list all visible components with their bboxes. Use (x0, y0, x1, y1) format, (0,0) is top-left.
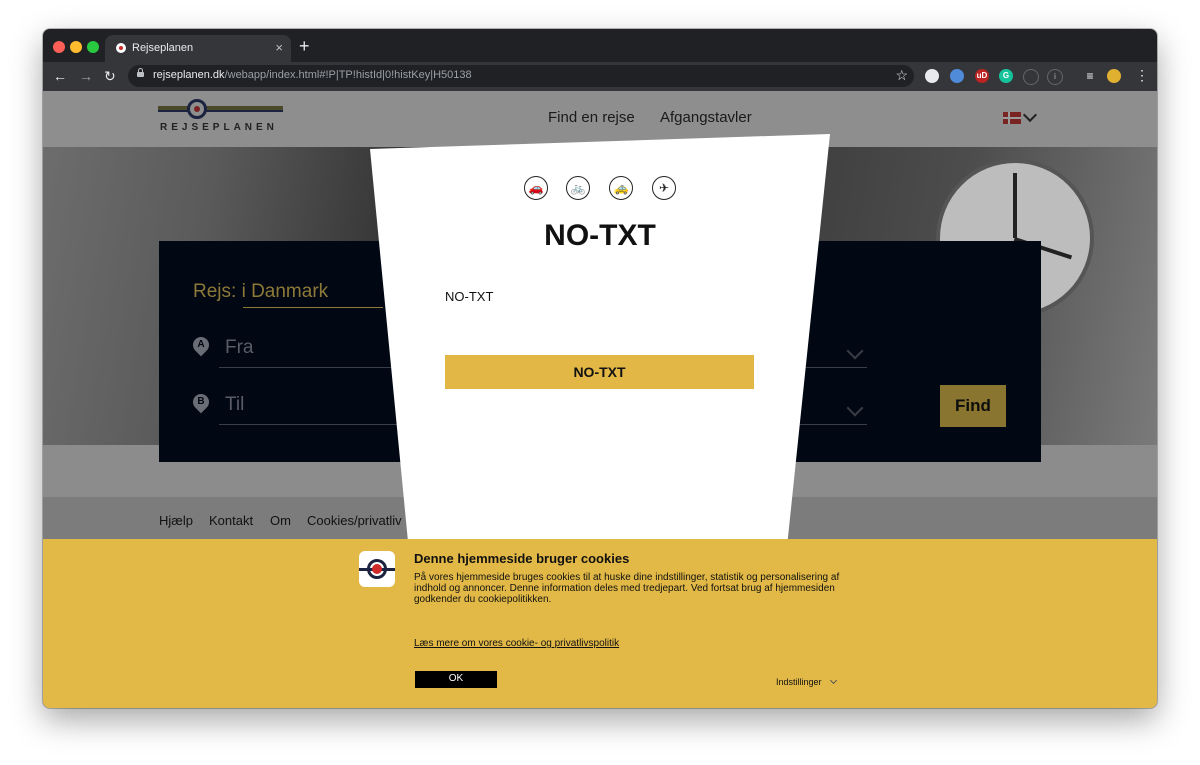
from-pin-icon: A (189, 333, 213, 357)
reload-button[interactable]: ↻ (104, 68, 116, 85)
ext-icon-5[interactable] (1023, 69, 1039, 85)
profile-avatar[interactable] (1107, 69, 1121, 83)
browser-window: Rejseplanen × + ← → ↻ rejseplanen.dk/web… (43, 29, 1157, 708)
cookie-settings-chevron-icon[interactable] (829, 676, 838, 685)
logo-line-dark (158, 110, 283, 112)
ext-icon-grammarly[interactable]: G (999, 69, 1013, 83)
cookie-logo-icon (359, 551, 395, 587)
minimize-window-button[interactable] (70, 41, 82, 53)
to-input[interactable]: Til (225, 394, 244, 416)
browser-tab-rejseplanen[interactable]: Rejseplanen × (105, 35, 291, 62)
footer-link-about[interactable]: Om (270, 513, 291, 528)
from-chevron-icon[interactable] (846, 342, 864, 360)
cookie-settings-button[interactable]: Indstillinger (776, 677, 822, 687)
address-bar[interactable]: rejseplanen.dk/webapp/index.html#!P|TP!h… (128, 65, 914, 87)
favicon-icon (116, 43, 126, 53)
modal-title: NO-TXT (544, 219, 656, 252)
ext-icon-2[interactable] (950, 69, 964, 83)
bookmark-star-icon[interactable]: ☆ (895, 67, 908, 84)
nav-find-trip[interactable]: Find en rejse (548, 109, 635, 126)
logo-ring-icon (187, 99, 207, 119)
footer-link-contact[interactable]: Kontakt (209, 513, 253, 528)
browser-toolbar: ← → ↻ rejseplanen.dk/webapp/index.html#!… (43, 62, 1157, 91)
nav-departures[interactable]: Afgangstavler (660, 109, 752, 126)
maximize-window-button[interactable] (87, 41, 99, 53)
tab-close-icon[interactable]: × (275, 40, 283, 55)
back-button[interactable]: ← (53, 68, 67, 84)
cookie-policy-link[interactable]: Læs mere om vores cookie- og privatlivsp… (414, 638, 619, 649)
cookie-body: På vores hjemmeside bruges cookies til a… (414, 572, 840, 605)
ext-icon-ublock[interactable]: uD (975, 69, 989, 83)
search-heading-underline (243, 307, 383, 308)
forward-button[interactable]: → (79, 68, 93, 84)
web-page: REJSEPLANEN Find en rejse Afgangstavler … (43, 91, 1157, 708)
browser-menu-icon[interactable]: ⋮ (1135, 67, 1149, 84)
tab-strip: Rejseplanen × + (43, 29, 1157, 62)
to-chevron-icon[interactable] (846, 399, 864, 417)
footer-link-cookies[interactable]: Cookies/privatliv (307, 513, 402, 528)
car-icon[interactable]: 🚗 (524, 176, 548, 200)
modal-text: NO-TXT (445, 289, 494, 304)
ext-icon-1[interactable] (925, 69, 939, 83)
site-header: REJSEPLANEN Find en rejse Afgangstavler (43, 91, 1157, 147)
find-button[interactable]: Find (940, 385, 1006, 427)
modal-action-button[interactable]: NO-TXT (445, 355, 754, 389)
lock-icon (137, 68, 144, 77)
cookie-banner: Denne hjemmeside bruger cookies På vores… (43, 539, 1157, 708)
ext-icon-6[interactable]: i (1047, 69, 1063, 85)
reading-list-icon[interactable]: ≡ (1083, 69, 1097, 83)
from-input[interactable]: Fra (225, 337, 254, 359)
to-pin-icon: B (189, 390, 213, 414)
site-logo[interactable]: REJSEPLANEN (160, 122, 278, 133)
url-text[interactable]: rejseplanen.dk/webapp/index.html#!P|TP!h… (153, 69, 472, 81)
new-tab-button[interactable]: + (299, 36, 310, 57)
search-heading[interactable]: Rejs: i Danmark (193, 281, 328, 303)
tab-title: Rejseplanen (132, 42, 194, 54)
airplane-icon[interactable]: ✈ (652, 176, 676, 200)
bicycle-icon[interactable]: 🚲 (566, 176, 590, 200)
danish-flag-icon[interactable] (1003, 112, 1021, 124)
cookie-title: Denne hjemmeside bruger cookies (414, 551, 630, 566)
cookie-ok-button[interactable]: OK (415, 671, 497, 688)
taxi-icon[interactable]: 🚕 (609, 176, 633, 200)
close-window-button[interactable] (53, 41, 65, 53)
language-chevron-icon[interactable] (1022, 107, 1038, 123)
footer-link-help[interactable]: Hjælp (159, 513, 193, 528)
